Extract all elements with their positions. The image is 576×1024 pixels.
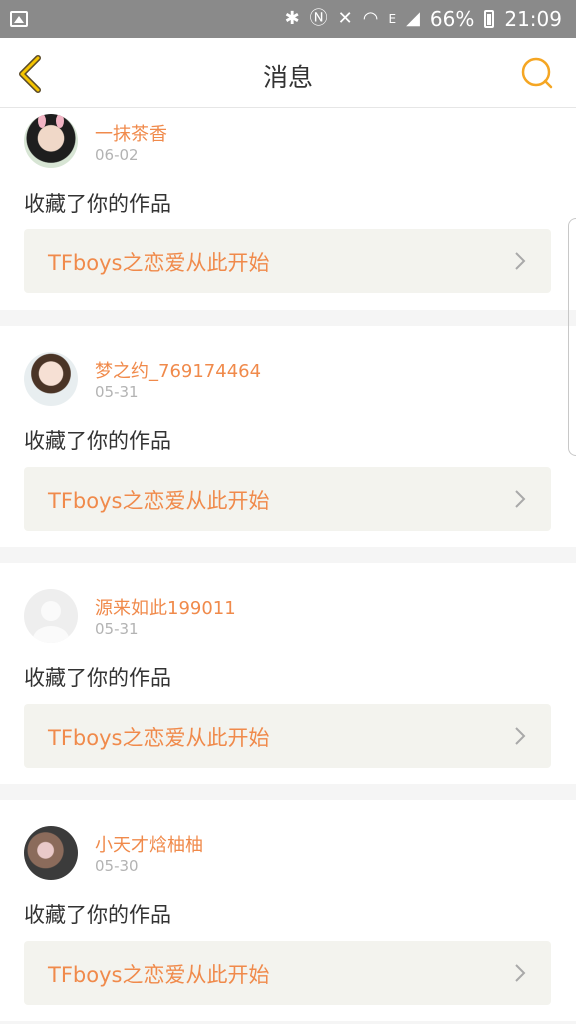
page-title: 消息 bbox=[262, 63, 313, 92]
bunny-ears-icon bbox=[38, 114, 64, 128]
bluetooth-icon: ✱ bbox=[284, 8, 300, 29]
message-list: 一抹茶香 06-02 收藏了你的作品 TFboys之恋爱从此开始 梦之约_769… bbox=[0, 108, 576, 1021]
action-text: 收藏了你的作品 bbox=[24, 903, 171, 927]
clock: 21:09 bbox=[504, 7, 562, 31]
message-date: 05-30 bbox=[95, 857, 139, 875]
work-title: TFboys之恋爱从此开始 bbox=[48, 963, 270, 987]
mute-icon: ✕ bbox=[337, 8, 353, 29]
network-type-label: E bbox=[388, 12, 397, 26]
battery-icon bbox=[484, 10, 495, 28]
username[interactable]: 一抹茶香 bbox=[95, 120, 167, 146]
gallery-notification-icon bbox=[10, 11, 28, 27]
work-link[interactable]: TFboys之恋爱从此开始 bbox=[24, 467, 551, 531]
avatar[interactable] bbox=[24, 352, 78, 406]
username[interactable]: 源来如此199011 bbox=[95, 594, 236, 620]
username[interactable]: 梦之约_769174464 bbox=[95, 357, 261, 383]
chevron-right-icon bbox=[515, 964, 526, 982]
avatar[interactable] bbox=[24, 826, 78, 880]
scroll-edge-handle[interactable] bbox=[568, 218, 576, 456]
battery-percent: 66% bbox=[429, 7, 475, 31]
work-link[interactable]: TFboys之恋爱从此开始 bbox=[24, 941, 551, 1005]
message-card: 梦之约_769174464 05-31 收藏了你的作品 TFboys之恋爱从此开… bbox=[0, 326, 576, 547]
message-card: 源来如此199011 05-31 收藏了你的作品 TFboys之恋爱从此开始 bbox=[0, 563, 576, 784]
status-bar: ✱ Ⓝ ✕ ◠ E ◢ 66% 21:09 bbox=[0, 0, 576, 38]
work-title: TFboys之恋爱从此开始 bbox=[48, 251, 270, 275]
message-card: 一抹茶香 06-02 收藏了你的作品 TFboys之恋爱从此开始 bbox=[0, 108, 576, 310]
work-link[interactable]: TFboys之恋爱从此开始 bbox=[24, 704, 551, 768]
search-button[interactable] bbox=[520, 56, 554, 90]
action-text: 收藏了你的作品 bbox=[24, 666, 171, 690]
avatar[interactable] bbox=[24, 589, 78, 643]
work-link[interactable]: TFboys之恋爱从此开始 bbox=[24, 229, 551, 293]
action-text: 收藏了你的作品 bbox=[24, 192, 171, 216]
work-title: TFboys之恋爱从此开始 bbox=[48, 489, 270, 513]
wifi-icon: ◠ bbox=[362, 8, 379, 29]
message-card: 小天才焓柚柚 05-30 收藏了你的作品 TFboys之恋爱从此开始 bbox=[0, 800, 576, 1021]
status-bar-right: ✱ Ⓝ ✕ ◠ E ◢ 66% 21:09 bbox=[285, 7, 562, 31]
search-icon bbox=[521, 57, 553, 89]
top-navigation-bar: 消息 bbox=[0, 38, 576, 108]
username[interactable]: 小天才焓柚柚 bbox=[95, 831, 203, 857]
status-bar-left bbox=[10, 11, 28, 27]
message-date: 06-02 bbox=[95, 146, 139, 164]
nfc-icon: Ⓝ bbox=[309, 8, 328, 29]
message-date: 05-31 bbox=[95, 620, 139, 638]
chevron-right-icon bbox=[515, 727, 526, 745]
work-title: TFboys之恋爱从此开始 bbox=[48, 726, 270, 750]
chevron-right-icon bbox=[515, 252, 526, 270]
message-date: 05-31 bbox=[95, 383, 139, 401]
default-avatar-icon bbox=[33, 601, 69, 643]
action-text: 收藏了你的作品 bbox=[24, 429, 171, 453]
avatar[interactable] bbox=[24, 114, 78, 168]
signal-icon: ◢ bbox=[406, 8, 420, 29]
chevron-right-icon bbox=[515, 490, 526, 508]
